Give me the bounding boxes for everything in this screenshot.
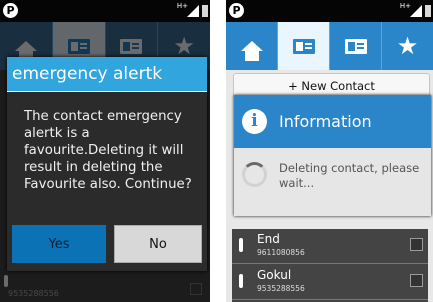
dialog-title: emergency alertk xyxy=(7,57,207,92)
information-title: Information xyxy=(279,112,372,131)
contact-list: End 9611080856 Gokul 9535288556 xyxy=(232,229,428,302)
app-status-icon: P xyxy=(229,3,244,18)
contact-row-end[interactable]: End 9611080856 xyxy=(232,229,428,264)
contact-marker-icon xyxy=(239,238,243,252)
dialog-buttons: Yes No xyxy=(12,225,202,263)
delete-favourite-dialog: emergency alertk The contact emergency a… xyxy=(7,57,207,271)
no-button[interactable]: No xyxy=(114,225,202,263)
status-bar: P H+ xyxy=(0,0,210,22)
home-icon xyxy=(240,41,263,61)
signal-icon xyxy=(187,5,199,17)
left-screen: P H+ ★ 9535288556 emergency alertk The c… xyxy=(0,0,210,302)
tab-bar: ★ xyxy=(226,22,433,70)
dialog-message: The contact emergency alertk is a favour… xyxy=(24,109,192,192)
battery-icon xyxy=(202,5,208,17)
tab-favourites[interactable]: ★ xyxy=(382,22,433,70)
information-body: Deleting contact, please wait... xyxy=(234,148,431,216)
information-header: i Information xyxy=(234,95,431,148)
contact-checkbox[interactable] xyxy=(410,274,423,287)
yes-button[interactable]: Yes xyxy=(12,225,106,263)
contacts-card-icon xyxy=(292,38,315,54)
loading-spinner-icon xyxy=(242,162,267,187)
contact-checkbox[interactable] xyxy=(410,238,423,251)
info-icon: i xyxy=(242,109,267,134)
contact-marker-icon xyxy=(239,274,243,288)
contact-phone: 9611080856 xyxy=(257,248,305,257)
right-screen: P H+ ★ + New Contact i Information Delet… xyxy=(226,0,433,302)
tab-home[interactable] xyxy=(226,22,278,70)
app-status-icon: P xyxy=(3,3,18,18)
contact-row-gokul[interactable]: Gokul 9535288556 xyxy=(232,265,428,300)
star-icon: ★ xyxy=(396,32,419,60)
tab-contacts[interactable] xyxy=(278,22,330,70)
battery-icon xyxy=(425,5,431,17)
contact-name: End xyxy=(257,232,280,246)
information-message: Deleting contact, please wait... xyxy=(279,161,420,190)
signal-icon xyxy=(410,5,422,17)
contact-phone: 9535288556 xyxy=(257,284,305,293)
information-dialog: i Information Deleting contact, please w… xyxy=(234,95,431,216)
status-bar: P H+ xyxy=(226,0,433,22)
contacts-card-icon xyxy=(344,38,367,54)
contact-name: Gokul xyxy=(257,268,292,282)
tab-groups[interactable] xyxy=(330,22,382,70)
